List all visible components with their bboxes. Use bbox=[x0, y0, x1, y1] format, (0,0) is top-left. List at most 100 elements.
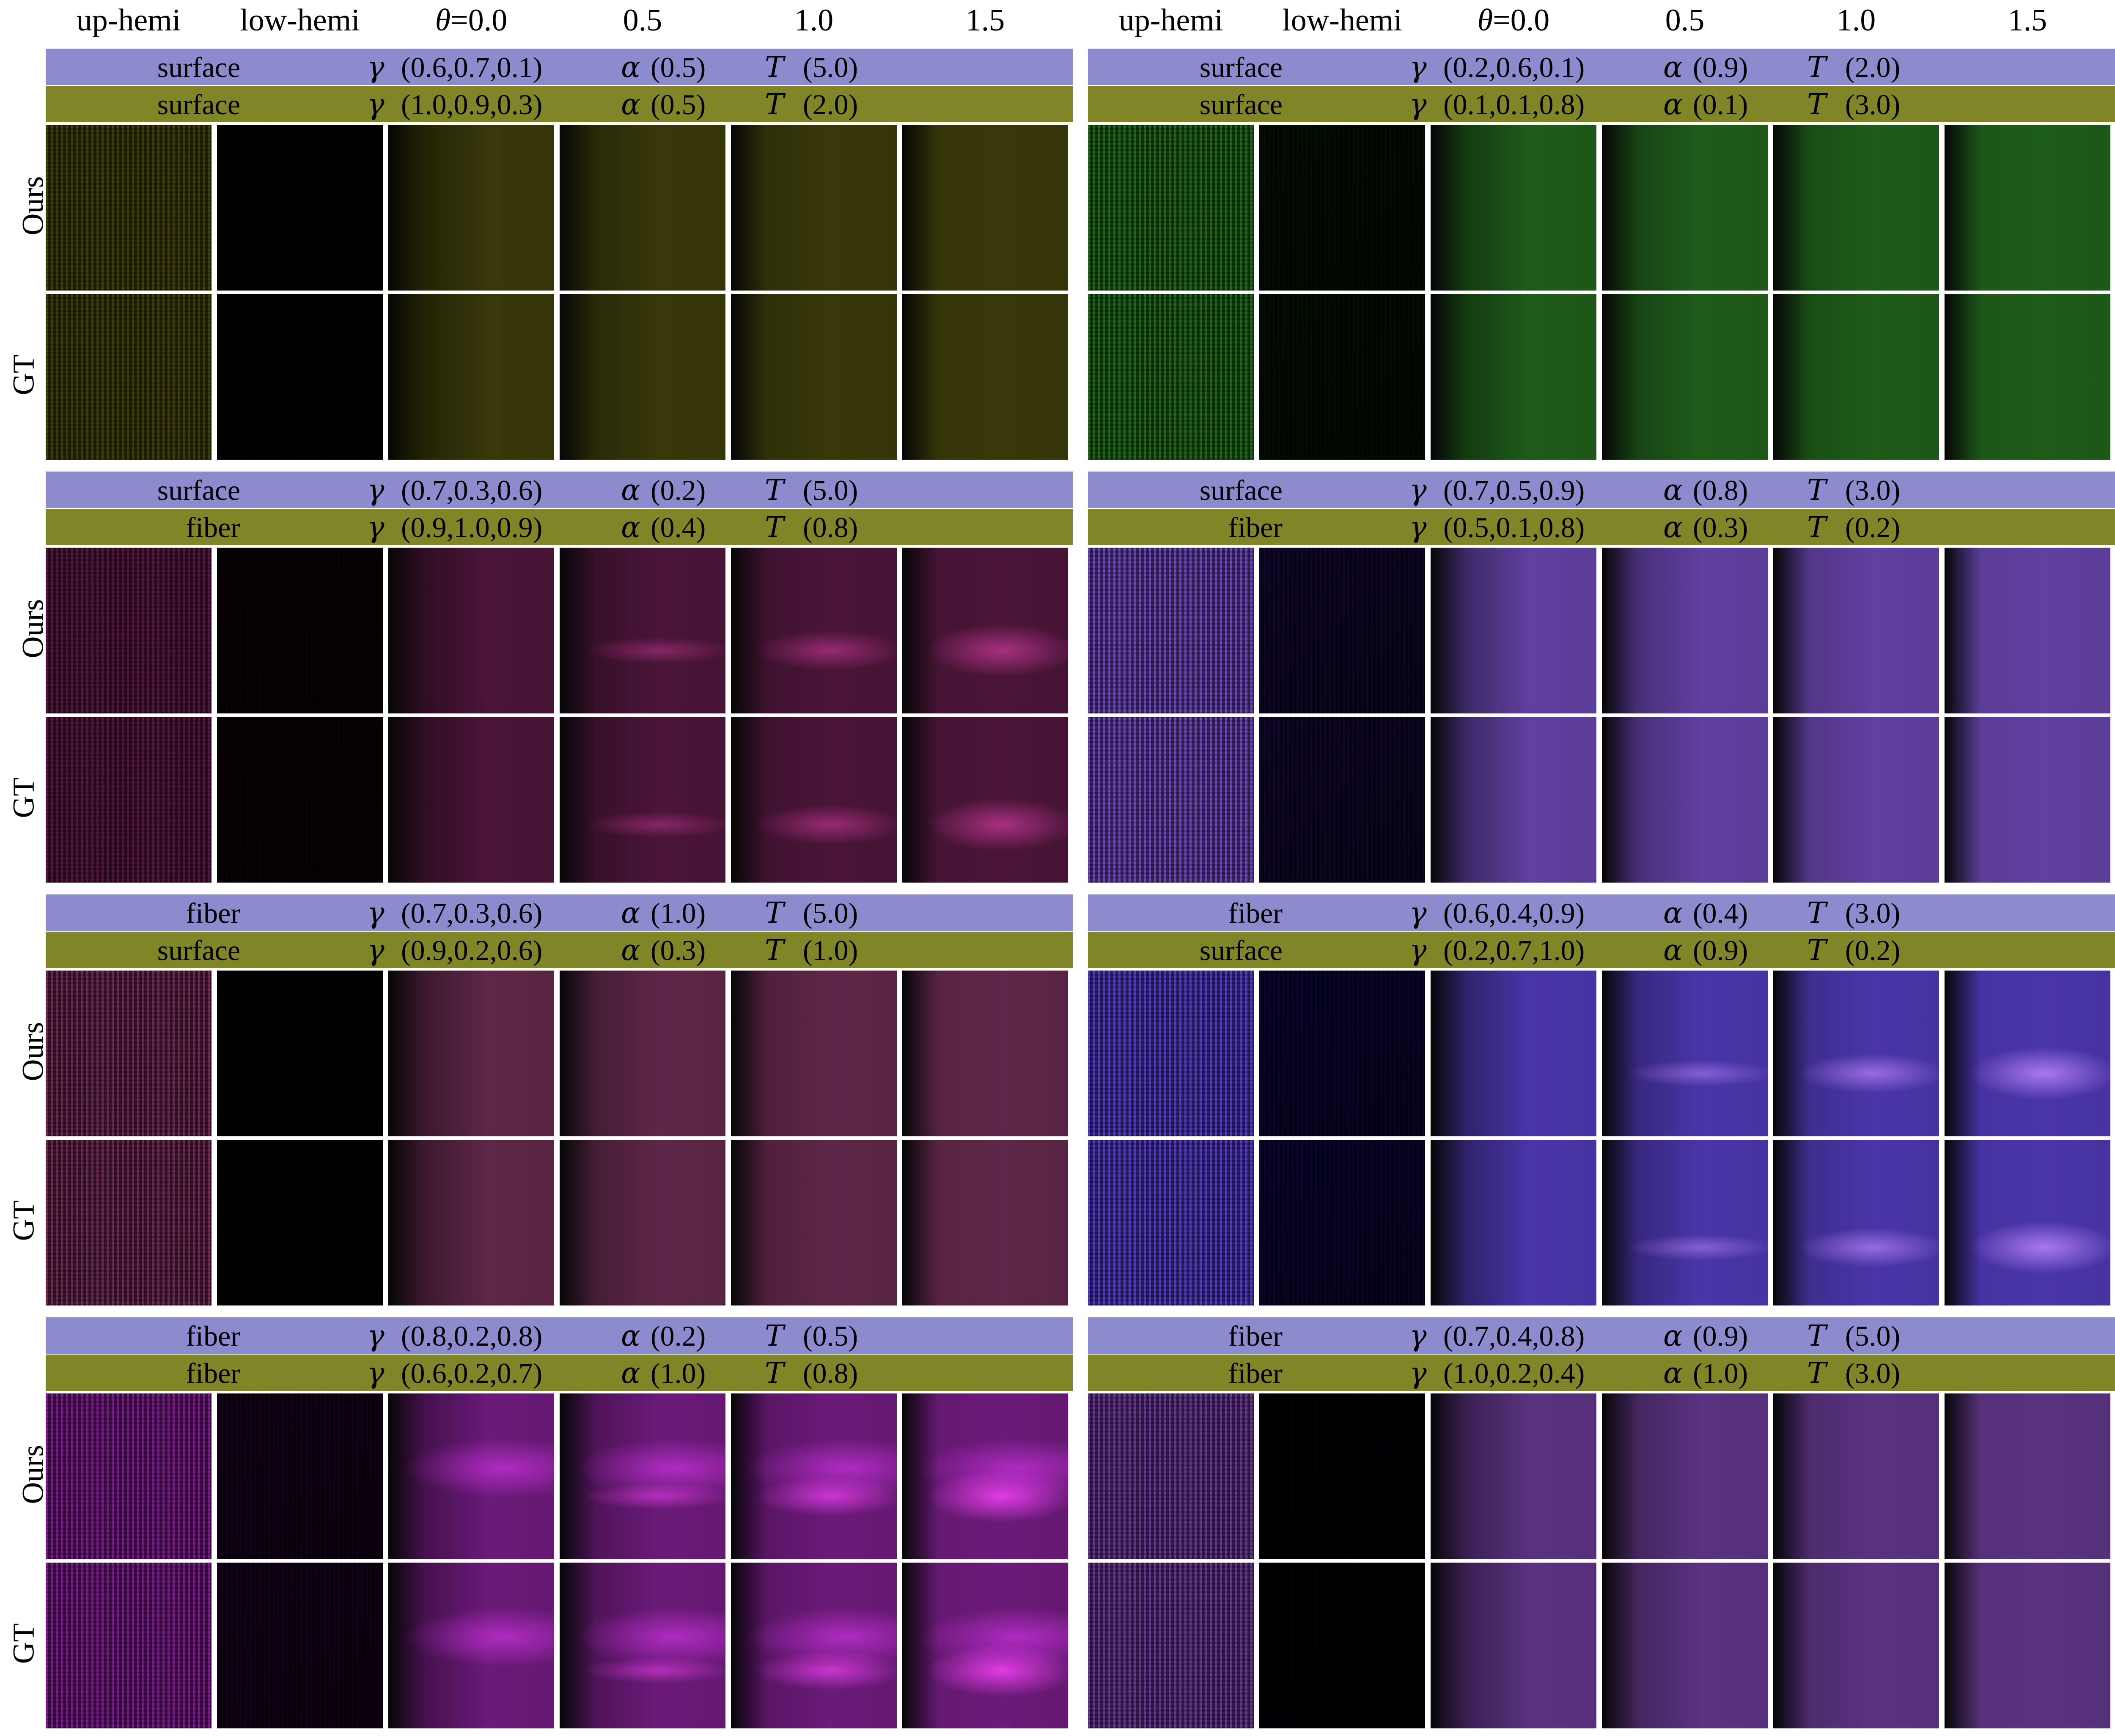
alpha-value: (0.2) bbox=[651, 1320, 706, 1352]
tile-texture bbox=[1945, 717, 2110, 883]
rendered-tile bbox=[1602, 971, 1768, 1136]
rendered-tile bbox=[217, 1393, 383, 1559]
highlight-lobe bbox=[731, 548, 897, 713]
tile-texture bbox=[1088, 548, 1254, 713]
rendered-tile bbox=[217, 125, 383, 291]
alpha-symbol: α bbox=[1663, 509, 1683, 545]
row-label-ours: Ours bbox=[3, 1445, 50, 1504]
temperature-symbol-glyph: T bbox=[1807, 511, 1827, 544]
gamma-symbol-glyph: γ bbox=[367, 511, 385, 544]
tile-texture bbox=[1259, 1393, 1425, 1559]
gamma-value: (0.7,0.3,0.6) bbox=[401, 897, 543, 929]
tile-texture bbox=[1431, 1393, 1596, 1559]
rendered-tile bbox=[560, 125, 725, 291]
gamma-symbol-glyph: γ bbox=[1409, 1319, 1427, 1353]
rendered-tile bbox=[1088, 1393, 1254, 1559]
column-header: 1.5 bbox=[2008, 3, 2047, 38]
temperature-symbol-glyph: T bbox=[1807, 88, 1827, 121]
rendered-tile bbox=[1945, 548, 2110, 713]
rendered-tile bbox=[902, 548, 1068, 713]
rendered-tile bbox=[1088, 125, 1254, 291]
tile-texture bbox=[1259, 125, 1425, 291]
column-header: 1.0 bbox=[794, 3, 834, 38]
rendered-tile bbox=[46, 1140, 212, 1305]
rendered-tile bbox=[1945, 717, 2110, 883]
alpha-symbol: α bbox=[1663, 894, 1683, 931]
rendered-tile bbox=[388, 1140, 554, 1305]
temperature-symbol: T bbox=[765, 894, 784, 931]
highlight-lobe bbox=[560, 548, 725, 713]
layer-type: surface bbox=[157, 51, 240, 83]
alpha-value: (1.0) bbox=[651, 1357, 706, 1389]
gamma-symbol: γ bbox=[367, 894, 385, 931]
tile-texture bbox=[731, 1140, 897, 1305]
row-label-gt: GT bbox=[3, 1201, 40, 1241]
rendered-tile bbox=[1088, 548, 1254, 713]
tile-texture bbox=[902, 294, 1068, 460]
highlight-lobe bbox=[731, 717, 897, 883]
rendered-tile bbox=[902, 1140, 1068, 1305]
rendered-tile bbox=[560, 548, 725, 713]
rendered-tile bbox=[388, 1393, 554, 1559]
rendered-tile bbox=[1773, 971, 1939, 1136]
row-label-gt: GT bbox=[3, 1624, 40, 1664]
tile-texture bbox=[1773, 1563, 1939, 1728]
tile-texture bbox=[1088, 1140, 1254, 1305]
column-header: 0.5 bbox=[623, 3, 662, 38]
gamma-symbol-glyph: γ bbox=[1409, 88, 1427, 121]
rendered-tile bbox=[1259, 971, 1425, 1136]
temperature-value: (3.0) bbox=[1845, 1357, 1901, 1389]
alpha-value: (0.9) bbox=[1693, 51, 1748, 83]
gamma-value: (0.7,0.5,0.9) bbox=[1443, 474, 1585, 506]
tile-texture bbox=[217, 1393, 383, 1559]
rendered-tile bbox=[1088, 971, 1254, 1136]
tile-texture bbox=[1431, 294, 1596, 460]
temperature-symbol-glyph: T bbox=[765, 51, 784, 84]
rendered-tile bbox=[1945, 971, 2110, 1136]
alpha-symbol-glyph: α bbox=[621, 1357, 640, 1390]
highlight-band bbox=[902, 1563, 1068, 1728]
rendered-tile bbox=[1773, 125, 1939, 291]
alpha-symbol-glyph: α bbox=[1663, 897, 1683, 930]
gamma-symbol-glyph: γ bbox=[367, 51, 385, 84]
rendered-tile bbox=[560, 1140, 725, 1305]
tile-texture bbox=[1431, 717, 1596, 883]
tile-texture bbox=[1431, 1563, 1596, 1728]
temperature-symbol: T bbox=[765, 932, 784, 968]
rendered-tile bbox=[1088, 294, 1254, 460]
layer-type: surface bbox=[157, 934, 240, 966]
tile-texture bbox=[1945, 548, 2110, 713]
tile-texture bbox=[1088, 125, 1254, 291]
tile-texture bbox=[1259, 548, 1425, 713]
layer-type: fiber bbox=[1228, 1357, 1283, 1389]
temperature-symbol-glyph: T bbox=[1807, 934, 1827, 967]
alpha-value: (0.1) bbox=[1693, 88, 1748, 121]
layer-type: fiber bbox=[186, 1320, 240, 1352]
temperature-symbol-glyph: T bbox=[765, 1319, 784, 1353]
temperature-symbol-glyph: T bbox=[1807, 1319, 1827, 1353]
gamma-value: (0.8,0.2,0.8) bbox=[401, 1320, 543, 1352]
tile-texture bbox=[388, 971, 554, 1136]
rendered-tile bbox=[731, 971, 897, 1136]
rendered-tile bbox=[388, 1563, 554, 1728]
tile-texture bbox=[217, 294, 383, 460]
row-label-text: GT bbox=[6, 1623, 41, 1664]
alpha-symbol-glyph: α bbox=[621, 474, 640, 507]
rendered-tile bbox=[1602, 1140, 1768, 1305]
rendered-tile bbox=[1602, 294, 1768, 460]
alpha-symbol-glyph: α bbox=[621, 88, 640, 121]
tile-texture bbox=[1431, 971, 1596, 1136]
column-header: θ=0.0 bbox=[1431, 1, 1596, 40]
rendered-tile bbox=[1602, 1393, 1768, 1559]
temperature-value: (0.8) bbox=[803, 511, 858, 543]
rendered-tile bbox=[1773, 1140, 1939, 1305]
highlight-lobe bbox=[560, 717, 725, 883]
alpha-symbol: α bbox=[1663, 49, 1683, 85]
tile-texture bbox=[388, 548, 554, 713]
tile-texture bbox=[902, 125, 1068, 291]
gamma-value: (0.7,0.4,0.8) bbox=[1443, 1320, 1585, 1352]
alpha-symbol: α bbox=[1663, 86, 1683, 122]
rendered-tile bbox=[560, 717, 725, 883]
temperature-value: (0.2) bbox=[1845, 934, 1901, 966]
alpha-symbol-glyph: α bbox=[621, 511, 640, 544]
